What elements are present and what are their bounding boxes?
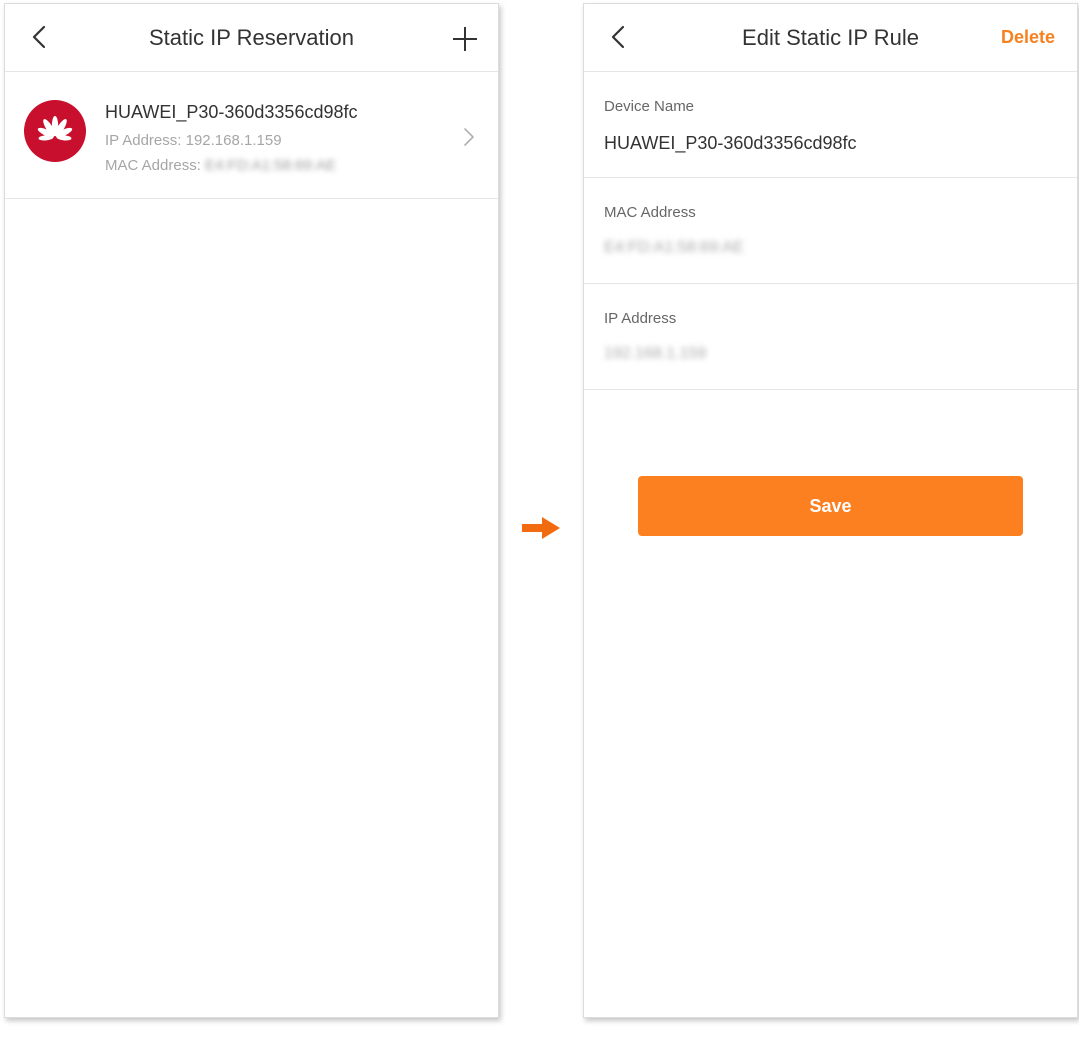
ip-address-label: IP Address <box>604 310 677 327</box>
chevron-right-icon <box>464 128 474 146</box>
mac-address-value[interactable]: E4:FD:A1:58:69:AE <box>604 239 744 257</box>
nav-bar: Edit Static IP Rule Delete <box>584 4 1077 72</box>
device-list-item[interactable]: HUAWEI_P30-360d3356cd98fc IP Address: 19… <box>5 72 498 199</box>
huawei-logo-icon <box>24 100 86 162</box>
page-title: Static IP Reservation <box>148 25 355 50</box>
device-mac-line: MAC Address: E4:FD:A1:58:69:AE <box>105 157 336 174</box>
plus-icon[interactable] <box>452 26 478 52</box>
device-ip-line: IP Address: 192.168.1.159 <box>105 132 282 149</box>
arrow-right-icon <box>522 517 560 539</box>
static-ip-reservation-screen: Static IP Reservation HUAWEI_P30-360d335… <box>4 3 499 1018</box>
ip-address-value: 192.168.1.159 <box>185 132 282 149</box>
mac-address-label: MAC Address <box>604 204 696 221</box>
ip-address-label: IP Address: <box>105 132 182 149</box>
mac-address-field[interactable]: MAC Address E4:FD:A1:58:69:AE <box>584 178 1077 284</box>
device-name-field[interactable]: Device Name HUAWEI_P30-360d3356cd98fc <box>584 72 1077 178</box>
edit-static-ip-rule-screen: Edit Static IP Rule Delete Device Name H… <box>583 3 1078 1018</box>
mac-address-value: E4:FD:A1:58:69:AE <box>205 157 336 174</box>
device-name-label: Device Name <box>604 98 695 115</box>
device-name-value[interactable]: HUAWEI_P30-360d3356cd98fc <box>604 133 856 154</box>
save-button[interactable]: Save <box>638 476 1023 536</box>
ip-address-value[interactable]: 192.168.1.159 <box>604 345 706 363</box>
mac-address-label: MAC Address: <box>105 157 201 174</box>
delete-button[interactable]: Delete <box>1001 27 1055 48</box>
nav-bar: Static IP Reservation <box>5 4 498 72</box>
ip-address-field[interactable]: IP Address 192.168.1.159 <box>584 284 1077 390</box>
device-name: HUAWEI_P30-360d3356cd98fc <box>105 102 358 122</box>
